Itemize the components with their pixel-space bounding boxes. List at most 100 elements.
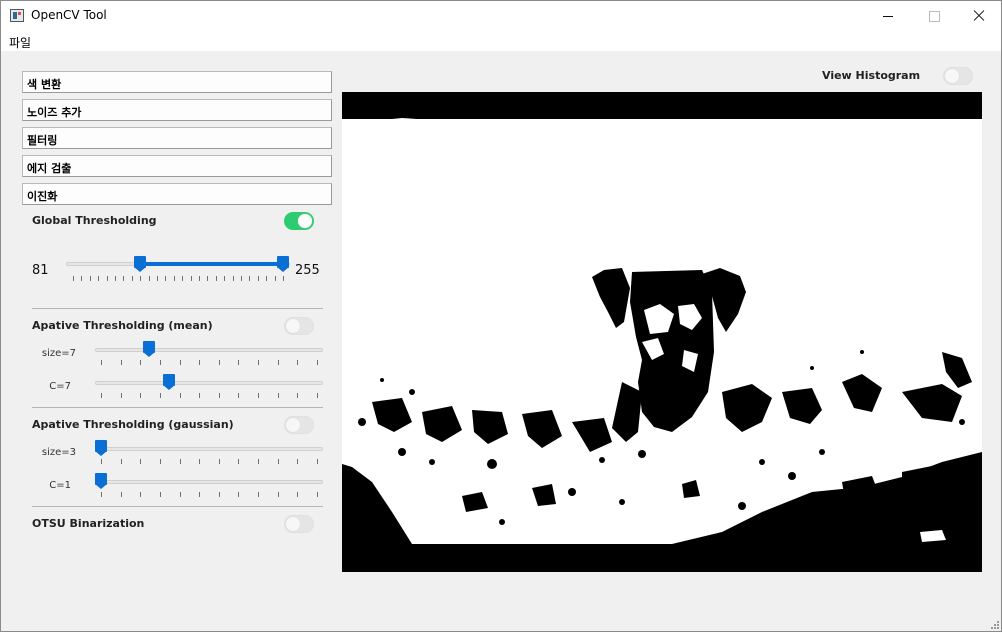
- slider-tick: [275, 276, 276, 281]
- adaptive-mean-c-track[interactable]: [95, 381, 323, 385]
- divider: [32, 308, 323, 309]
- adaptive-gaussian-toggle[interactable]: [284, 416, 314, 434]
- adaptive-gaussian-c-handle[interactable]: [95, 473, 107, 489]
- slider-tick: [258, 393, 259, 398]
- global-high-handle[interactable]: [277, 256, 289, 272]
- adaptive-gaussian-size-handle[interactable]: [95, 440, 107, 456]
- slider-tick: [278, 492, 279, 497]
- adaptive-mean-c-ticks: [101, 393, 318, 398]
- slider-tick: [107, 276, 108, 281]
- adaptive-mean-toggle[interactable]: [284, 317, 314, 335]
- otsu-toggle[interactable]: [284, 515, 314, 533]
- global-low-value: 81: [32, 263, 49, 278]
- global-threshold-toggle[interactable]: [284, 212, 314, 230]
- slider-tick: [297, 360, 298, 365]
- section-add-noise[interactable]: 노이즈 추가: [22, 99, 332, 121]
- resize-grip[interactable]: [989, 619, 999, 629]
- maximize-icon[interactable]: [911, 1, 957, 31]
- slider-tick: [140, 459, 141, 464]
- slider-tick: [140, 393, 141, 398]
- adaptive-mean-size-handle[interactable]: [143, 341, 155, 357]
- minimize-icon[interactable]: [865, 1, 911, 31]
- adaptive-gaussian-size-track[interactable]: [95, 447, 323, 451]
- adaptive-gaussian-c-track[interactable]: [95, 480, 323, 484]
- slider-tick: [199, 276, 200, 281]
- slider-tick: [174, 276, 175, 281]
- slider-tick: [297, 492, 298, 497]
- adaptive-gaussian-size-label: size=3: [41, 447, 76, 458]
- slider-tick: [238, 459, 239, 464]
- view-histogram-label: View Histogram: [822, 69, 921, 82]
- section-binarization[interactable]: 이진화: [22, 183, 332, 205]
- slider-tick: [207, 276, 208, 281]
- adaptive-mean-size-track[interactable]: [95, 348, 323, 352]
- adaptive-mean-c-label: C=7: [49, 381, 71, 392]
- slider-tick: [258, 360, 259, 365]
- adaptive-gaussian-label: Apative Thresholding (gaussian): [32, 418, 234, 431]
- image-view[interactable]: [342, 92, 982, 572]
- slider-tick: [297, 393, 298, 398]
- slider-tick: [101, 459, 102, 464]
- slider-tick: [219, 492, 220, 497]
- global-threshold-label: Global Thresholding: [32, 214, 157, 227]
- adaptive-gaussian-c-ticks: [101, 492, 318, 497]
- adaptive-gaussian-size-ticks: [101, 459, 318, 464]
- slider-tick: [165, 276, 166, 281]
- slider-tick: [199, 393, 200, 398]
- section-edge-detect[interactable]: 에지 검출: [22, 155, 332, 177]
- close-icon[interactable]: [956, 1, 1002, 31]
- slider-tick: [283, 276, 284, 281]
- slider-tick: [238, 360, 239, 365]
- slider-tick: [123, 276, 124, 281]
- slider-tick: [140, 360, 141, 365]
- slider-tick: [216, 276, 217, 281]
- main-window: OpenCV Tool 파일 색 변환 노이즈 추가 필터링 에지 검출 이진화…: [0, 0, 1002, 632]
- slider-tick: [317, 393, 318, 398]
- section-filtering[interactable]: 필터링: [22, 127, 332, 149]
- global-high-value: 255: [295, 263, 320, 278]
- adaptive-mean-label: Apative Thresholding (mean): [32, 319, 213, 332]
- toggle-knob: [945, 69, 959, 83]
- otsu-label: OTSU Binarization: [32, 517, 145, 530]
- adaptive-mean-size-label: size=7: [41, 348, 76, 359]
- global-low-handle[interactable]: [133, 256, 146, 272]
- slider-tick: [160, 459, 161, 464]
- adaptive-mean-c-handle[interactable]: [163, 374, 175, 390]
- slider-tick: [160, 492, 161, 497]
- slider-tick: [219, 360, 220, 365]
- slider-tick: [199, 360, 200, 365]
- slider-tick: [199, 492, 200, 497]
- slider-tick: [98, 276, 99, 281]
- slider-tick: [224, 276, 225, 281]
- slider-tick: [278, 459, 279, 464]
- slider-tick: [160, 393, 161, 398]
- slider-tick: [180, 492, 181, 497]
- slider-tick: [266, 276, 267, 281]
- slider-tick: [121, 492, 122, 497]
- toggle-knob: [298, 214, 312, 228]
- divider: [32, 407, 323, 408]
- view-histogram-toggle[interactable]: [943, 67, 973, 85]
- slider-tick: [317, 360, 318, 365]
- slider-tick: [180, 393, 181, 398]
- global-slider-ticks: [73, 276, 284, 281]
- slider-tick: [140, 276, 141, 281]
- slider-tick: [121, 393, 122, 398]
- menu-file[interactable]: 파일: [9, 34, 31, 51]
- slider-tick: [101, 492, 102, 497]
- slider-tick: [81, 276, 82, 281]
- slider-tick: [219, 393, 220, 398]
- section-color-convert[interactable]: 색 변환: [22, 71, 332, 93]
- slider-tick: [90, 276, 91, 281]
- slider-tick: [101, 393, 102, 398]
- slider-tick: [149, 276, 150, 281]
- menu-bar: 파일: [1, 31, 1001, 51]
- slider-tick: [191, 276, 192, 281]
- divider: [32, 506, 323, 507]
- slider-tick: [121, 459, 122, 464]
- toggle-knob: [286, 418, 300, 432]
- slider-tick: [199, 459, 200, 464]
- slider-tick: [233, 276, 234, 281]
- slider-tick: [157, 276, 158, 281]
- title-bar[interactable]: OpenCV Tool: [1, 1, 1001, 31]
